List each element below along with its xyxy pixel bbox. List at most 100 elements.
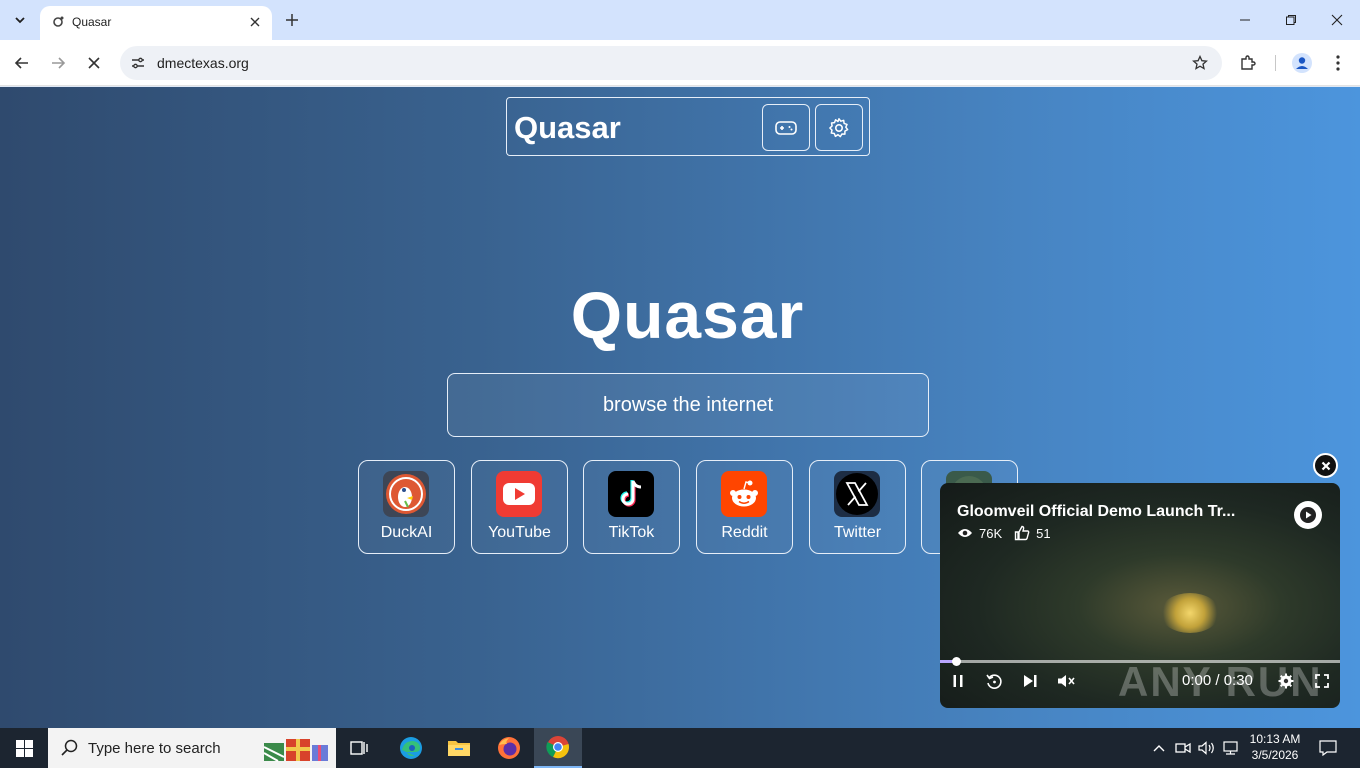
menu-button[interactable] bbox=[1326, 51, 1350, 75]
bookmark-button[interactable] bbox=[1190, 53, 1210, 73]
skip-next-icon bbox=[1024, 675, 1037, 687]
avatar-icon bbox=[1292, 53, 1312, 73]
file-explorer-app[interactable] bbox=[435, 728, 483, 768]
chrome-app[interactable] bbox=[534, 728, 582, 768]
replay-button[interactable] bbox=[983, 670, 1005, 692]
views-text: 76K bbox=[979, 525, 1003, 541]
reddit-icon bbox=[721, 471, 767, 517]
shortcut-label: Twitter bbox=[833, 524, 882, 541]
new-tab-button[interactable] bbox=[282, 10, 302, 30]
close-icon bbox=[250, 17, 260, 27]
tiktok-icon bbox=[608, 471, 654, 517]
puzzle-icon bbox=[1241, 55, 1256, 70]
folder-icon bbox=[448, 741, 470, 756]
restore-icon bbox=[1286, 15, 1296, 25]
shortcut-youtube[interactable]: YouTube bbox=[471, 460, 568, 554]
stop-loading-button[interactable] bbox=[82, 51, 106, 75]
task-view-icon bbox=[350, 741, 368, 755]
volume-button[interactable] bbox=[1197, 738, 1217, 758]
shortcut-tiktok[interactable]: TikTok bbox=[583, 460, 680, 554]
volume-muted-icon bbox=[1058, 675, 1075, 687]
fullscreen-button[interactable] bbox=[1311, 670, 1333, 692]
taskbar-search-placeholder: Type here to search bbox=[88, 740, 221, 757]
youtube-icon bbox=[496, 471, 542, 517]
shortcut-reddit[interactable]: Reddit bbox=[696, 460, 793, 554]
back-button[interactable] bbox=[10, 51, 34, 75]
x-icon bbox=[834, 471, 880, 517]
taskbar-search[interactable]: Type here to search bbox=[48, 728, 336, 768]
video-frame bbox=[1160, 593, 1220, 633]
video-settings-button[interactable] bbox=[1275, 670, 1297, 692]
clock-date: 3/5/2026 bbox=[1251, 748, 1299, 762]
more-vertical-icon bbox=[1336, 55, 1340, 71]
task-view-button[interactable] bbox=[336, 728, 384, 768]
shortcut-duckai[interactable]: DuckAI bbox=[358, 460, 455, 554]
next-button[interactable] bbox=[1019, 670, 1041, 692]
games-button[interactable] bbox=[762, 104, 810, 151]
tray-overflow-button[interactable] bbox=[1149, 738, 1169, 758]
restore-button[interactable] bbox=[1268, 0, 1314, 40]
shortcut-twitter[interactable]: Twitter bbox=[809, 460, 906, 554]
browse-search-box[interactable]: browse the internet bbox=[447, 373, 929, 437]
page-content: Quasar Quasar browse the internet DuckAI… bbox=[0, 87, 1360, 728]
notifications-button[interactable] bbox=[1318, 738, 1338, 758]
channel-avatar[interactable] bbox=[1294, 501, 1322, 529]
pause-button[interactable] bbox=[947, 670, 969, 692]
close-window-button[interactable] bbox=[1314, 0, 1360, 40]
video-title: Gloomveil Official Demo Launch Tr... bbox=[957, 503, 1236, 520]
profile-button[interactable] bbox=[1290, 51, 1314, 75]
duckduckgo-icon bbox=[383, 471, 429, 517]
system-clock[interactable]: 10:13 AM 3/5/2026 bbox=[1246, 731, 1304, 763]
video-progress-bar[interactable] bbox=[940, 657, 1340, 666]
close-icon bbox=[1321, 461, 1330, 470]
video-close-button[interactable] bbox=[1313, 453, 1338, 478]
eye-icon bbox=[958, 529, 972, 537]
star-icon bbox=[1192, 55, 1208, 70]
gamepad-icon bbox=[775, 120, 797, 135]
edge-app[interactable] bbox=[387, 728, 435, 768]
fullscreen-icon bbox=[1315, 674, 1329, 688]
edge-icon bbox=[400, 737, 422, 759]
settings-button[interactable] bbox=[815, 104, 863, 151]
thumbs-up-icon bbox=[1014, 525, 1030, 541]
firefox-app[interactable] bbox=[485, 728, 533, 768]
tab-close-button[interactable] bbox=[246, 13, 264, 31]
network-button[interactable] bbox=[1221, 738, 1241, 758]
start-button[interactable] bbox=[0, 728, 48, 768]
arrow-left-icon bbox=[14, 57, 28, 69]
views-count: 76K bbox=[957, 526, 1002, 541]
site-info-button[interactable] bbox=[128, 53, 148, 73]
mute-button[interactable] bbox=[1055, 670, 1077, 692]
clock-time: 10:13 AM bbox=[1249, 732, 1301, 746]
video-time: 0:00 / 0:30 bbox=[1182, 672, 1253, 689]
plus-icon bbox=[286, 14, 298, 26]
shortcut-label: DuckAI bbox=[380, 524, 433, 541]
taskbar: Type here to search 10:13 AM 3/5/2026 bbox=[0, 728, 1360, 768]
browser-tab[interactable]: Quasar bbox=[40, 6, 272, 40]
favicon-icon bbox=[53, 16, 64, 27]
shortcut-label: TikTok bbox=[608, 524, 655, 541]
shortcut-label: YouTube bbox=[488, 524, 551, 541]
minimize-button[interactable] bbox=[1222, 0, 1268, 40]
toolbar-divider bbox=[1275, 55, 1276, 71]
likes-text: 51 bbox=[1036, 525, 1051, 541]
notification-icon bbox=[1319, 740, 1337, 756]
arrow-right-icon bbox=[52, 57, 66, 69]
tune-icon bbox=[132, 57, 144, 69]
tab-search-button[interactable] bbox=[8, 8, 32, 32]
forward-button[interactable] bbox=[46, 51, 70, 75]
video-player[interactable]: Gloomveil Official Demo Launch Tr... 76K… bbox=[940, 483, 1340, 708]
camera-icon bbox=[1175, 742, 1191, 754]
chevron-down-icon bbox=[15, 17, 25, 24]
speaker-icon bbox=[1198, 741, 1214, 755]
likes-count: 51 bbox=[1014, 525, 1051, 541]
hero-title: Quasar bbox=[570, 278, 805, 352]
firefox-icon bbox=[498, 737, 520, 759]
video-progress-handle[interactable] bbox=[952, 657, 961, 666]
windows-icon bbox=[15, 739, 33, 757]
close-icon bbox=[1331, 14, 1343, 26]
address-bar[interactable]: dmectexas.org bbox=[120, 46, 1222, 80]
extensions-button[interactable] bbox=[1236, 51, 1260, 75]
meet-now-button[interactable] bbox=[1173, 738, 1193, 758]
shortcut-label: Reddit bbox=[721, 524, 768, 541]
